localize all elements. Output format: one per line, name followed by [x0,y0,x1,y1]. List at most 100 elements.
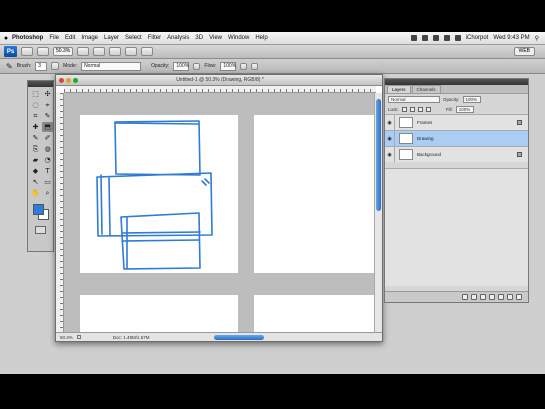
crop-tool-icon[interactable]: ⌗ [30,111,41,121]
clone-stamp-tool-icon[interactable]: ✎ [30,133,41,143]
zoom-tool-button[interactable] [93,47,105,56]
visibility-eye-icon[interactable]: ◉ [385,115,395,130]
airbrush-button[interactable] [240,62,248,70]
menu-file[interactable]: File [49,35,59,41]
zoom-level-select[interactable]: 50.3% [53,47,73,56]
menu-select[interactable]: Select [125,35,142,41]
lock-transparency-icon[interactable] [401,106,407,112]
status-menu-icon[interactable] [76,335,81,339]
brush-size-picker[interactable]: 3 [35,61,48,71]
dodge-tool-icon[interactable]: ◔ [42,155,53,165]
user-name[interactable]: iChorpot [466,35,489,41]
brush-panel-toggle[interactable] [51,62,60,70]
lock-position-icon[interactable] [417,106,423,112]
opacity-field[interactable]: 100% [173,61,190,71]
layer-row-frames[interactable]: ◉ Frames [385,114,528,130]
zoom-status[interactable]: 50.3% [60,335,73,340]
layer-thumbnail [399,117,413,128]
document-title: Untitled-1 @ 50.3% (Drawing, RGB/8) * [176,77,264,83]
gradient-tool-icon[interactable]: ◍ [42,144,53,154]
shape-tool-icon[interactable]: ▭ [42,177,53,187]
menu-layer[interactable]: Layer [104,35,119,41]
menu-image[interactable]: Image [81,35,98,41]
menu-3d[interactable]: 3D [195,35,203,41]
fill-field[interactable]: 100% [455,105,474,113]
clock[interactable]: Wed 9:43 PM [493,35,529,41]
blur-tool-icon[interactable]: ▰ [30,155,41,165]
apple-menu-icon[interactable]: ● [0,35,12,42]
layers-list-empty-area[interactable] [385,168,528,286]
pen-tool-icon[interactable]: ◆ [30,166,41,176]
lock-pixels-icon[interactable] [409,106,415,112]
quick-mask-button[interactable] [35,226,46,234]
add-mask-icon[interactable] [480,294,486,300]
new-layer-icon[interactable] [507,294,513,300]
eyedropper-tool-icon[interactable]: ✎ [42,111,53,121]
menu-edit[interactable]: Edit [65,35,75,41]
screen-mode-button[interactable] [141,47,153,56]
quick-select-tool-icon[interactable]: ⌖ [42,100,53,110]
adjustment-layer-icon[interactable] [489,294,495,300]
menu-app-name[interactable]: Photoshop [12,35,43,41]
volume-icon[interactable] [454,35,461,41]
rotate-view-button[interactable] [109,47,121,56]
zoom-tool-icon[interactable]: ⌕ [42,188,53,198]
vertical-scrollbar[interactable] [374,93,382,334]
layer-row-background[interactable]: ◉ Background [385,146,528,162]
visibility-eye-icon[interactable]: ◉ [385,131,395,146]
pen-pressure-size-button[interactable] [251,62,259,70]
hand-tool-icon[interactable]: ✋ [30,188,41,198]
opacity-label: Opacity: [151,63,170,69]
path-selection-tool-icon[interactable]: ↖ [30,177,41,187]
delete-layer-icon[interactable] [516,294,522,300]
status-icon[interactable] [410,35,417,41]
blend-mode-select[interactable]: Normal [388,95,440,103]
mini-bridge-button[interactable] [37,47,49,56]
bridge-button[interactable] [21,47,33,56]
tab-channels[interactable]: Channels [411,85,441,93]
canvas-area[interactable] [64,93,376,334]
layer-opacity-field[interactable]: 100% [462,95,481,103]
sketch-drawing[interactable] [64,93,376,334]
vertical-ruler[interactable] [56,93,64,333]
mode-select[interactable]: Normal [81,61,142,71]
sync-icon[interactable] [432,35,439,41]
menu-analysis[interactable]: Analysis [167,35,189,41]
vertical-scroll-thumb[interactable] [376,99,381,211]
horizontal-scroll-thumb[interactable] [214,335,264,340]
layer-opacity-label: Opacity: [443,96,460,102]
type-tool-icon[interactable]: T [42,166,53,176]
foreground-color-swatch[interactable] [33,204,44,215]
new-group-icon[interactable] [498,294,504,300]
healing-tool-icon[interactable]: ✚ [30,122,41,132]
marquee-tool-icon[interactable]: ✣ [42,89,53,99]
lasso-tool-icon[interactable]: ◌ [30,100,41,110]
menu-view[interactable]: View [209,35,222,41]
wifi-icon[interactable] [443,35,450,41]
layer-row-drawing[interactable]: ◉ Drawing [385,130,528,146]
menu-filter[interactable]: Filter [148,35,161,41]
lock-all-icon[interactable] [425,106,431,112]
move-tool-icon[interactable]: ⬚ [30,89,41,99]
visibility-eye-icon[interactable]: ◉ [385,147,395,162]
layer-style-icon[interactable] [471,294,477,300]
tab-layers[interactable]: Layers [387,85,411,93]
brush-tool-icon-active[interactable]: ⬒ [42,122,53,132]
eraser-tool-icon[interactable]: ⎘ [30,144,41,154]
menu-window[interactable]: Window [228,35,249,41]
history-brush-tool-icon[interactable]: ✐ [42,133,53,143]
close-window-icon[interactable] [59,77,64,83]
menu-help[interactable]: Help [255,35,267,41]
horizontal-ruler[interactable] [64,86,376,93]
flow-field[interactable]: 100% [220,61,237,71]
hand-tool-button[interactable] [77,47,89,56]
link-layers-icon[interactable] [462,294,468,300]
bluetooth-icon[interactable] [421,35,428,41]
brush-tool-icon[interactable]: ✎ [6,62,13,71]
arrange-documents-button[interactable] [125,47,137,56]
document-title-bar[interactable]: Untitled-1 @ 50.3% (Drawing, RGB/8) * [56,75,382,86]
workspace-switcher[interactable]: WEB [513,47,535,56]
spotlight-icon[interactable]: ⚲ [535,35,539,42]
minimize-window-icon[interactable] [66,77,71,83]
pen-pressure-opacity-button[interactable] [193,62,201,70]
